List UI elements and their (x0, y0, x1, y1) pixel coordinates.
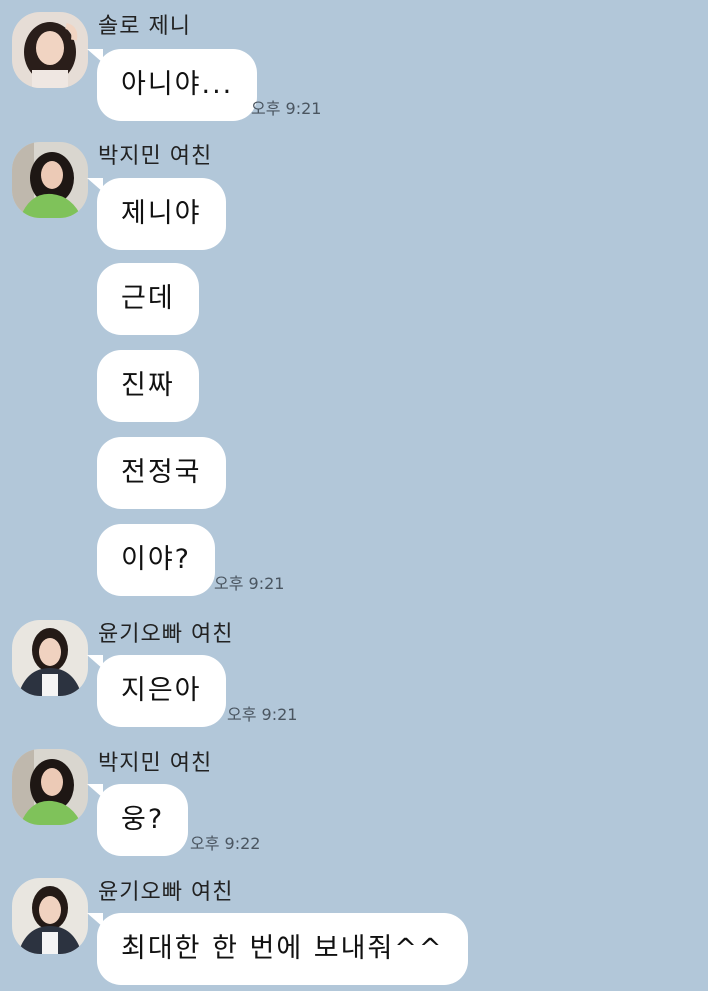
message-timestamp: 오후 9:21 (214, 574, 285, 593)
message-bubble[interactable]: 웅? (86, 784, 189, 856)
message-bubble[interactable]: 전정국 (97, 437, 226, 509)
message-bubble[interactable]: 최대한 한 번에 보내줘^^ (87, 913, 468, 985)
avatar[interactable] (12, 749, 88, 825)
avatar[interactable] (12, 620, 88, 696)
avatar[interactable] (12, 12, 88, 88)
sender-name: 윤기오빠 여친 (98, 622, 234, 647)
message-bubble[interactable]: 이야? (97, 524, 216, 596)
message-bubble[interactable]: 근데 (97, 263, 199, 335)
sender-name: 윤기오빠 여친 (98, 880, 234, 905)
message-bubble[interactable]: 제니야 (87, 178, 226, 250)
avatar[interactable] (12, 142, 88, 218)
message-timestamp: 오후 9:21 (227, 705, 298, 724)
message-timestamp: 오후 9:22 (190, 834, 261, 853)
sender-name: 솔로 제니 (98, 14, 191, 39)
message-bubble[interactable]: 아니야... (86, 49, 258, 121)
avatar[interactable] (12, 878, 88, 954)
sender-name: 박지민 여친 (98, 751, 213, 776)
sender-name: 박지민 여친 (98, 144, 213, 169)
message-bubble[interactable]: 지은아 (87, 655, 226, 727)
message-timestamp: 오후 9:21 (251, 99, 322, 118)
message-bubble[interactable]: 진짜 (97, 350, 199, 422)
